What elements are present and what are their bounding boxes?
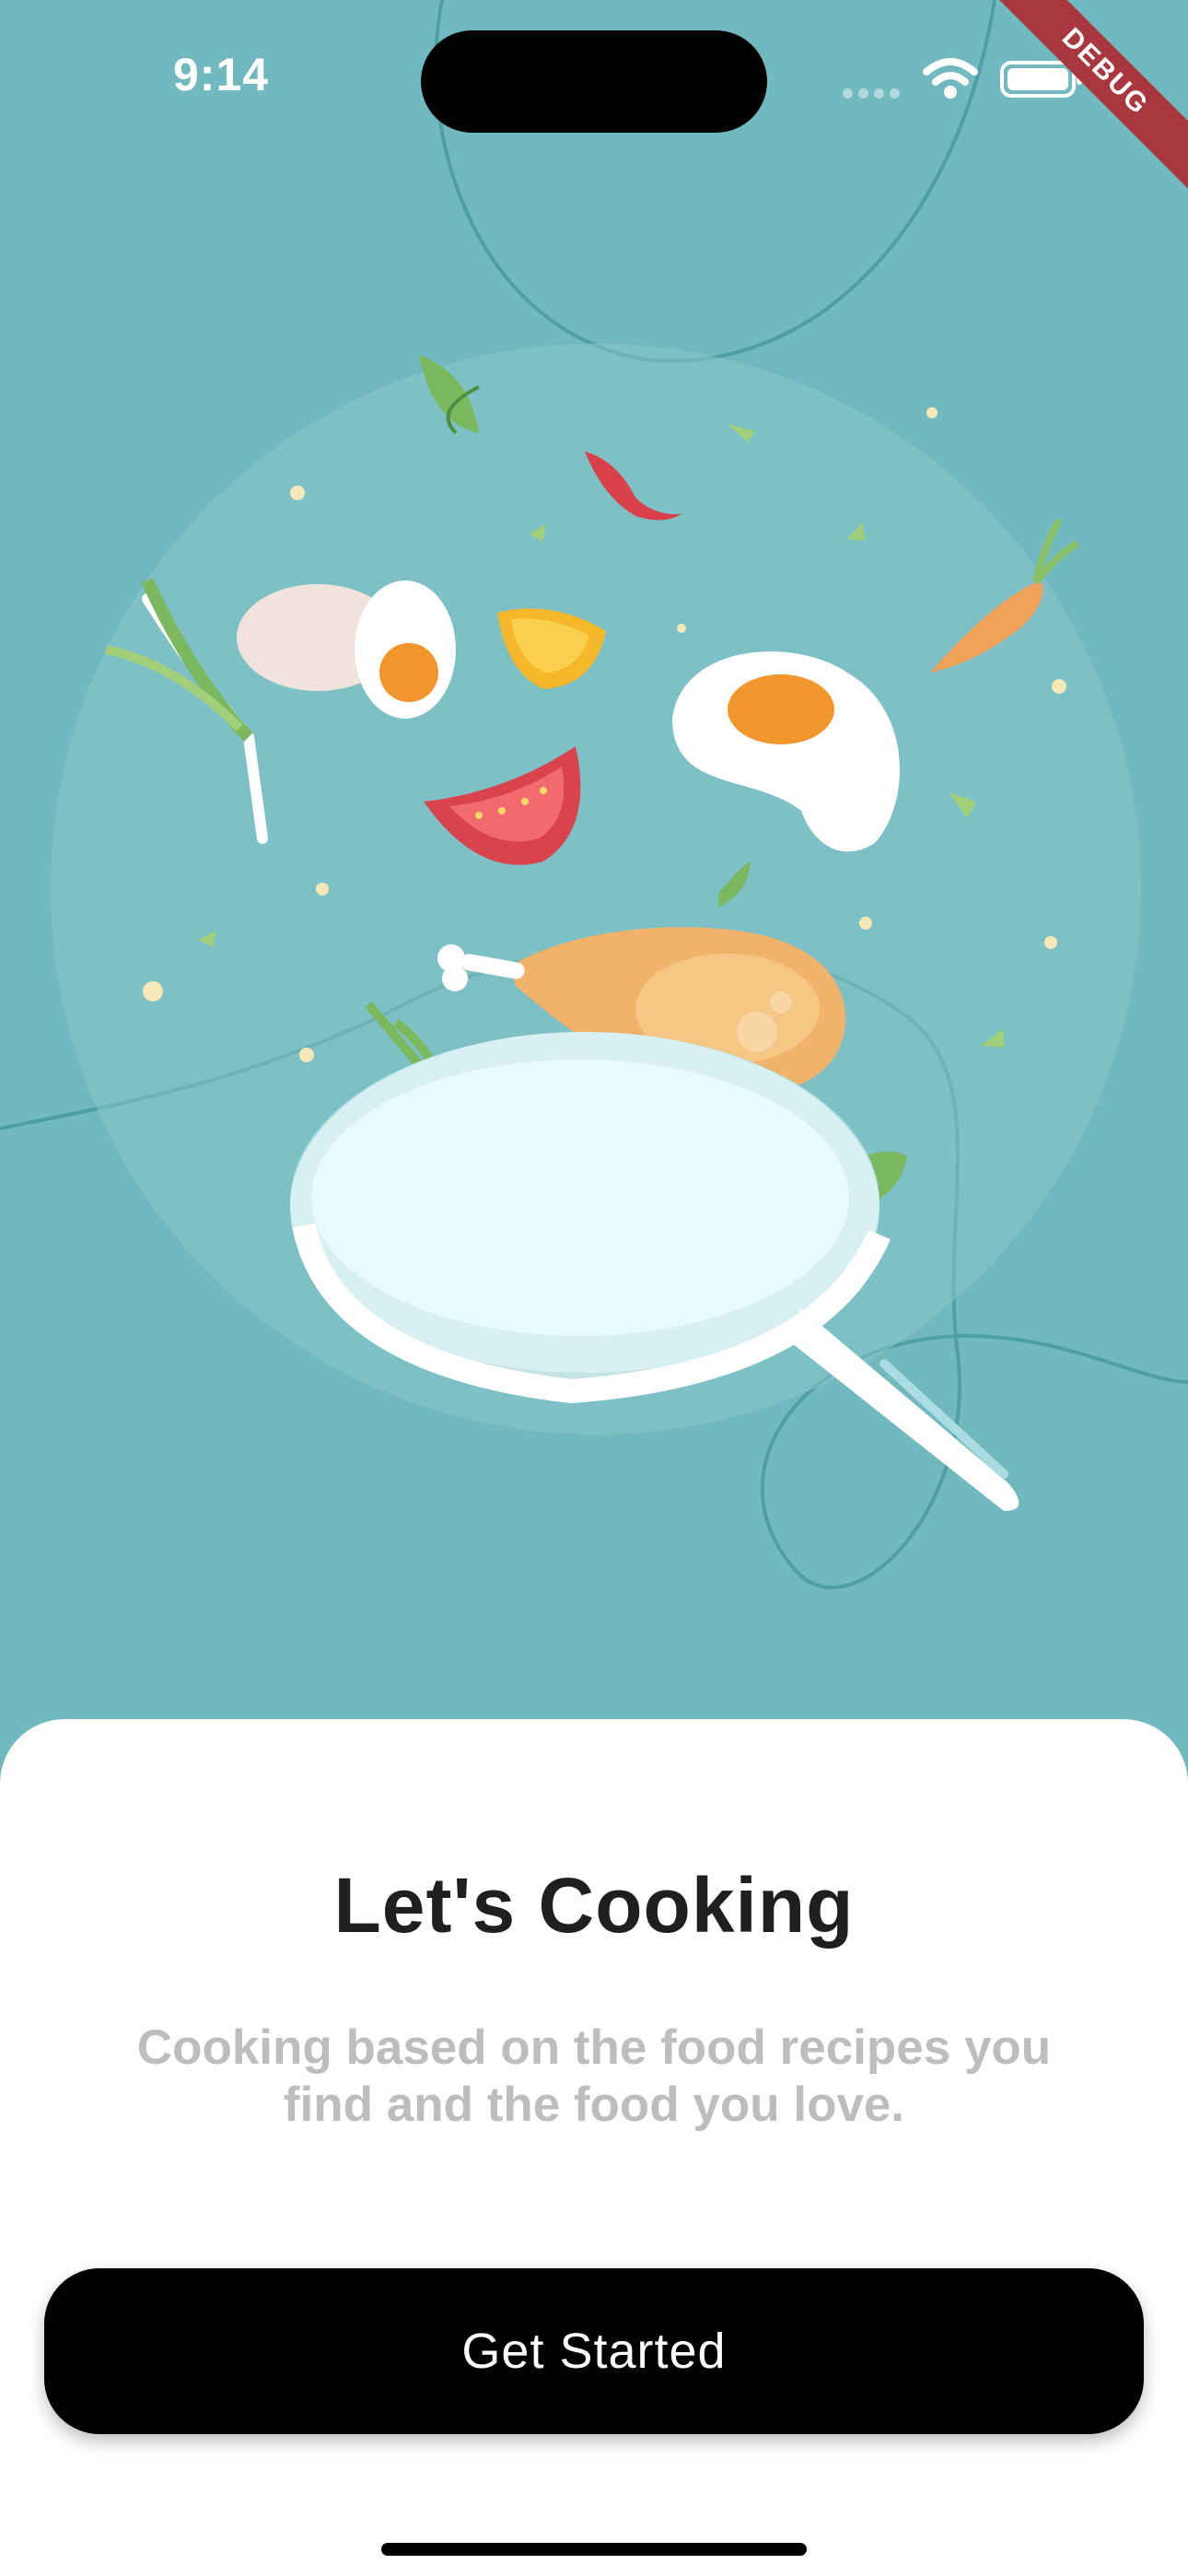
home-indicator <box>381 2543 807 2556</box>
wifi-icon <box>923 58 978 99</box>
onboarding-subtitle: Cooking based on the food recipes you fi… <box>92 2020 1096 2134</box>
dynamic-island <box>421 30 767 133</box>
cooking-illustration <box>0 0 1188 1589</box>
cellular-signal-icon <box>843 87 905 103</box>
subtitle-line-2: find and the food you love. <box>283 2078 905 2132</box>
status-time: 9:14 <box>173 49 270 100</box>
page-title: Let's Cooking <box>333 1862 855 1949</box>
get-started-button[interactable]: Get Started <box>44 2268 1144 2434</box>
hero-illustration-area <box>0 0 1188 1751</box>
onboarding-sheet <box>0 1719 1188 2576</box>
subtitle-line-1: Cooking based on the food recipes you <box>136 2020 1052 2075</box>
